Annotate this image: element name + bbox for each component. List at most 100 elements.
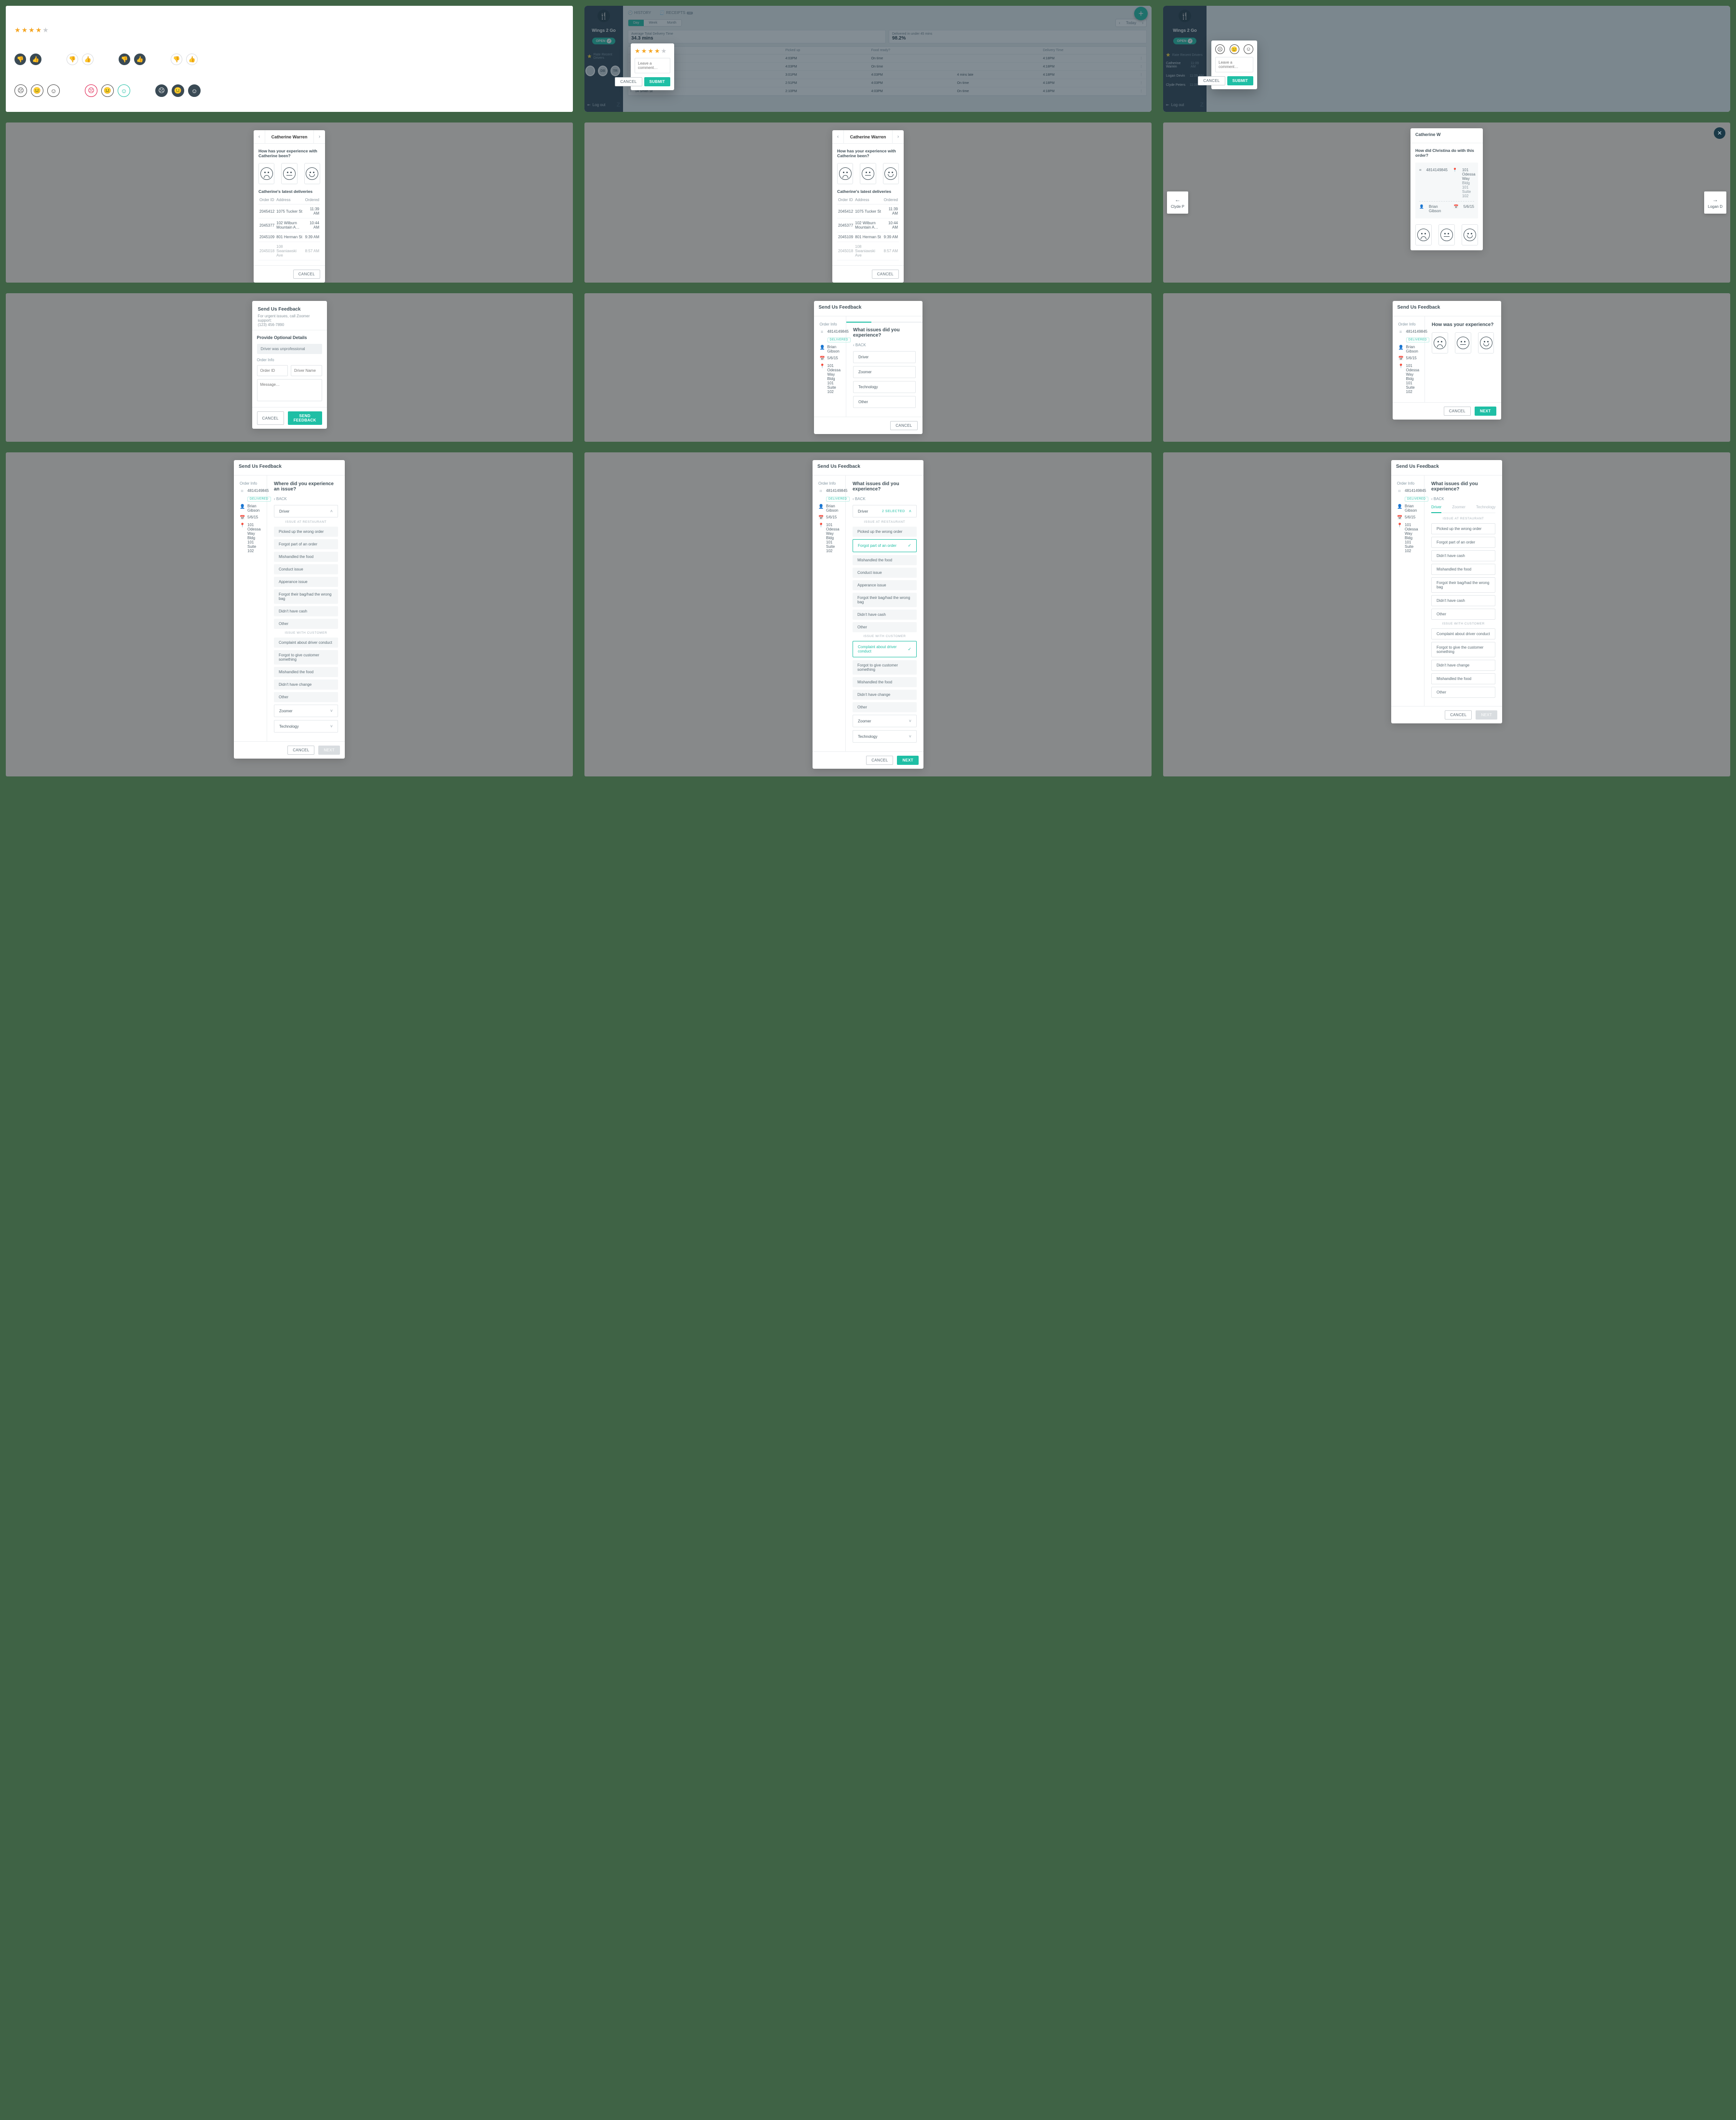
list-item[interactable]: Didn't have cash	[274, 606, 338, 616]
next-button[interactable]: NEXT	[318, 746, 340, 755]
back-link[interactable]: ‹ BACK	[1431, 497, 1495, 501]
submit-button[interactable]: SUBMIT	[1227, 76, 1253, 85]
table-row[interactable]: 2045018108 Swaniawski Ave8:57 AM	[258, 242, 320, 260]
tab-zoomer[interactable]: Zoomer	[1452, 505, 1465, 513]
list-item[interactable]: Forgot their bag/had the wrong bag	[853, 593, 917, 607]
order-id-input[interactable]	[257, 365, 288, 376]
list-item[interactable]: Other	[1431, 687, 1495, 698]
rate-happy[interactable]	[883, 163, 899, 184]
prev-driver-button[interactable]: ‹	[832, 130, 844, 143]
table-row[interactable]: 2045018108 Swaniawski Ave8:57 AM	[837, 242, 899, 260]
accordion-driver[interactable]: Driver˄	[274, 505, 338, 517]
message-input[interactable]	[257, 379, 322, 401]
face-neutral-icon[interactable]: 😐	[172, 84, 184, 97]
list-item[interactable]: Mishandled the food	[853, 555, 917, 565]
list-item[interactable]: Other	[853, 702, 917, 712]
face-happy-icon[interactable]: ☺	[47, 84, 60, 97]
rate-neutral[interactable]	[281, 163, 297, 184]
accordion-zoomer[interactable]: Zoomer˅	[274, 705, 338, 717]
list-item-selected[interactable]: Complaint about driver conduct	[853, 641, 917, 657]
back-link[interactable]: ‹ BACK	[853, 343, 916, 347]
table-row[interactable]: 2045109801 Herman St9:39 AM	[258, 232, 320, 242]
table-row[interactable]: 20454121075 Tucker St11:39 AM	[837, 204, 899, 218]
list-item[interactable]: Mishandled the food	[853, 677, 917, 687]
accordion-zoomer[interactable]: Zoomer˅	[853, 715, 917, 727]
cancel-button[interactable]: CANCEL	[287, 746, 314, 755]
rate-sad[interactable]	[258, 163, 274, 184]
list-item[interactable]: Mishandled the food	[274, 667, 338, 677]
thumbs-up-icon[interactable]: 👍	[82, 54, 94, 65]
list-item[interactable]: Other	[274, 619, 338, 629]
face-happy-icon[interactable]: ☺	[118, 84, 130, 97]
rate-neutral[interactable]	[860, 163, 876, 184]
tab-driver[interactable]: Driver	[1431, 505, 1441, 513]
list-item[interactable]: Forgot part of an order	[274, 539, 338, 549]
send-feedback-button[interactable]: SEND FEEDBACK	[288, 411, 322, 425]
rate-sad[interactable]	[1415, 224, 1432, 245]
table-row[interactable]: 20454121075 Tucker St11:39 AM	[258, 204, 320, 218]
list-item[interactable]: Didn't have cash	[1431, 595, 1495, 606]
rate-neutral[interactable]	[1438, 224, 1455, 245]
list-item[interactable]: Complaint about driver conduct	[274, 638, 338, 648]
accordion-driver[interactable]: Driver 2 SELECTED ˄	[853, 505, 917, 517]
table-row[interactable]: 2045109801 Herman St9:39 AM	[837, 232, 899, 242]
next-button[interactable]: NEXT	[1476, 710, 1497, 720]
rate-sad[interactable]	[837, 163, 853, 184]
list-item[interactable]: Forgot part of an order	[1431, 537, 1495, 548]
thumbs-up-icon[interactable]: 👍	[30, 54, 41, 65]
cancel-button[interactable]: CANCEL	[890, 421, 917, 430]
list-item[interactable]: Conduct issue	[853, 568, 917, 578]
table-row[interactable]: 2045377102 Wilburn Mountain A…10:44 AM	[837, 218, 899, 232]
list-item[interactable]: Other	[274, 692, 338, 702]
list-item[interactable]: Apperance issue	[853, 580, 917, 590]
list-item[interactable]: Didn't have change	[274, 679, 338, 690]
thumbs-down-icon[interactable]: 👎	[171, 54, 182, 65]
next-button[interactable]: NEXT	[1475, 407, 1496, 416]
category-tabs[interactable]: Driver Zoomer Technology	[1431, 505, 1495, 513]
back-link[interactable]: ‹ BACK	[274, 497, 338, 501]
face-neutral-icon[interactable]: 😐	[101, 84, 114, 97]
list-item[interactable]: Forgot their bag/had the wrong bag	[1431, 577, 1495, 593]
list-item[interactable]: Forgot their bag/had the wrong bag	[274, 589, 338, 604]
issue-category-other[interactable]: Other	[853, 396, 916, 408]
issue-category-zoomer[interactable]: Zoomer	[853, 366, 916, 378]
list-item[interactable]: Didn't have cash	[853, 610, 917, 620]
driver-name-input[interactable]	[291, 365, 322, 376]
rate-happy[interactable]	[304, 163, 320, 184]
list-item[interactable]: Mishandled the food	[274, 552, 338, 562]
thumbs-up-icon[interactable]: 👍	[134, 54, 146, 65]
thumbs-down-icon[interactable]: 👎	[14, 54, 26, 65]
issue-category-driver[interactable]: Driver	[853, 351, 916, 363]
thumbs-down-icon[interactable]: 👎	[119, 54, 130, 65]
thumbs-up-icon[interactable]: 👍	[186, 54, 198, 65]
rate-happy[interactable]	[1478, 332, 1494, 353]
face-neutral-icon[interactable]: 😐	[31, 84, 43, 97]
face-happy-icon[interactable]: ☺	[188, 84, 201, 97]
list-item-selected[interactable]: Forgot part of an order	[853, 539, 917, 552]
tab-technology[interactable]: Technology	[1476, 505, 1495, 513]
submit-button[interactable]: SUBMIT	[644, 77, 670, 86]
face-sad-icon[interactable]: ☹	[155, 84, 168, 97]
comment-input[interactable]	[1215, 57, 1253, 72]
rate-sad[interactable]	[1432, 332, 1448, 353]
rate-neutral[interactable]	[1455, 332, 1471, 353]
list-item[interactable]: Conduct issue	[274, 564, 338, 574]
prev-paddle[interactable]: ←Clyde P	[1167, 191, 1188, 214]
list-item[interactable]: Didn't have change	[1431, 660, 1495, 671]
face-sad-icon[interactable]: ☹	[1215, 44, 1225, 54]
list-item[interactable]: Mishandled the food	[1431, 564, 1495, 575]
list-item[interactable]: Mishandled the food	[1431, 673, 1495, 684]
star-rating[interactable]: ★ ★ ★ ★ ★	[14, 26, 564, 34]
cancel-button[interactable]: CANCEL	[615, 77, 642, 86]
cancel-button[interactable]: CANCEL	[866, 756, 893, 765]
list-item[interactable]: Forgot to give customer something	[274, 650, 338, 665]
back-link[interactable]: ‹ BACK	[853, 497, 917, 501]
next-driver-button[interactable]: ›	[313, 130, 325, 143]
table-row[interactable]: 2045377102 Wilburn Mountain A…10:44 AM	[258, 218, 320, 232]
issue-category-technology[interactable]: Technology	[853, 381, 916, 393]
next-button[interactable]: NEXT	[897, 756, 919, 765]
rate-happy[interactable]	[1462, 224, 1478, 245]
list-item[interactable]: Picked up the wrong order	[274, 527, 338, 537]
face-sad-icon[interactable]: ☹	[85, 84, 97, 97]
star-rating[interactable]: ★★★★★	[635, 47, 670, 55]
